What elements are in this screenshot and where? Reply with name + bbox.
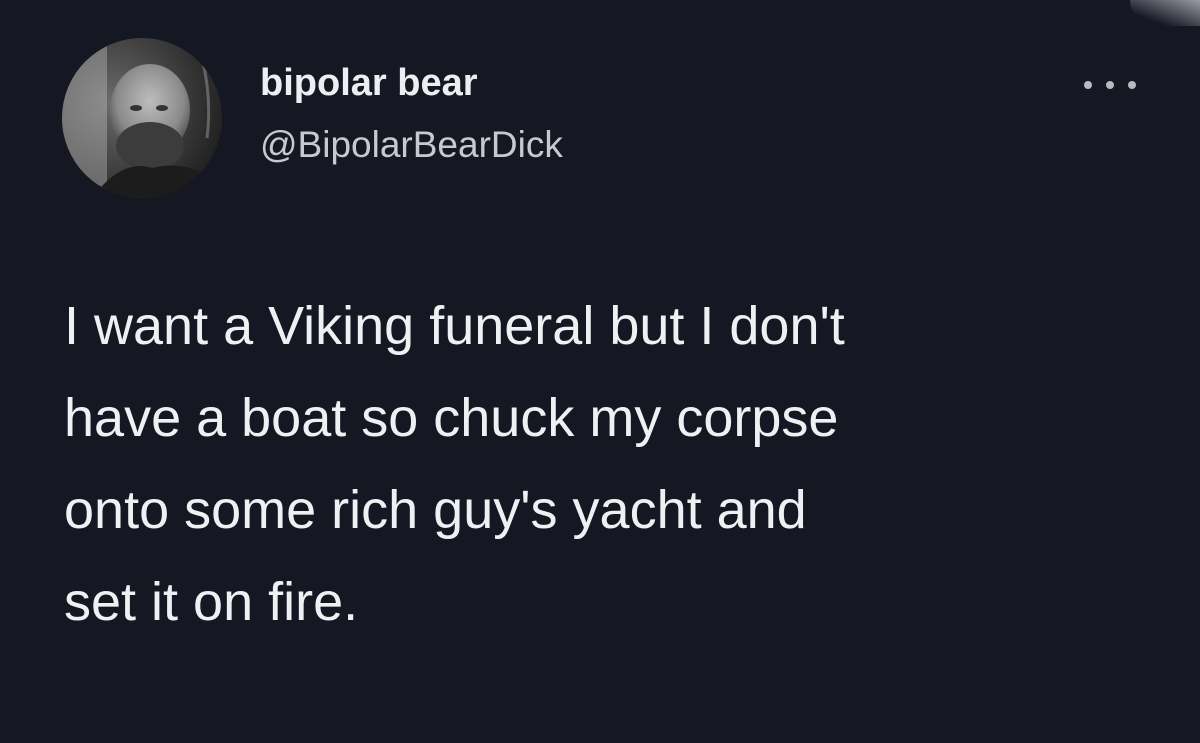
tweet-text-line: have a boat so chuck my corpse (64, 388, 839, 448)
author-handle[interactable]: @BipolarBearDick (260, 126, 563, 163)
avatar-photo-icon (62, 38, 222, 198)
more-dot (1128, 81, 1136, 89)
tweet-text-line: set it on fire. (64, 572, 359, 632)
tweet-text-line: onto some rich guy's yacht and (64, 480, 807, 540)
more-dot (1084, 81, 1092, 89)
author-display-name[interactable]: bipolar bear (260, 64, 478, 102)
more-options-icon[interactable] (1080, 70, 1140, 100)
tweet-text: I want a Viking funeral but I don't have… (64, 280, 1144, 648)
avatar[interactable] (62, 38, 222, 198)
corner-shade (1130, 0, 1200, 26)
tweet-text-line: I want a Viking funeral but I don't (64, 296, 845, 356)
tweet-card: bipolar bear @BipolarBearDick I want a V… (0, 0, 1200, 743)
more-dot (1106, 81, 1114, 89)
